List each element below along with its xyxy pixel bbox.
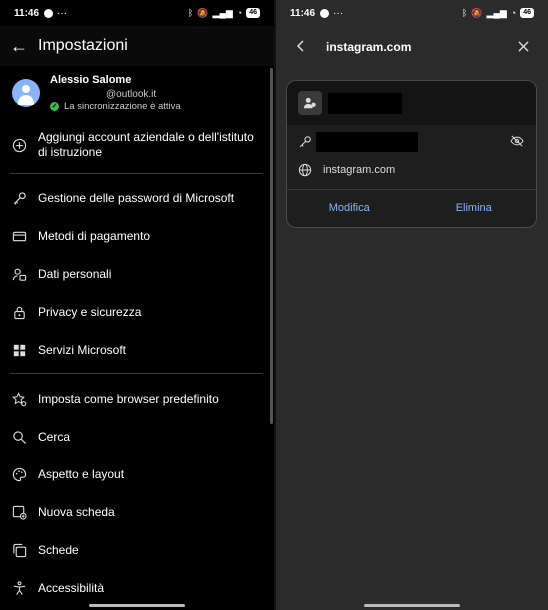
website-url: instagram.com <box>323 164 396 176</box>
detail-header: instagram.com <box>276 26 548 68</box>
status-time: 11:46 <box>14 7 40 19</box>
menu-item-privacy-security[interactable]: Privacy e sicurezza <box>0 302 264 322</box>
back-arrow-icon[interactable]: ← <box>0 36 38 57</box>
palette-icon <box>0 467 38 482</box>
globe-icon <box>287 163 323 177</box>
divider <box>10 373 263 374</box>
menu-item-label: Metodi di pagamento <box>38 228 151 243</box>
credit-card-icon <box>0 229 38 244</box>
gesture-bar[interactable] <box>364 604 460 607</box>
username-row <box>287 81 536 125</box>
status-bar: 11:46 ··· ᛒ 🔕 ▂▄▆ ◔ 46 <box>0 0 274 26</box>
person-details-icon <box>0 267 38 282</box>
signal-icon: ▂▄▆ <box>486 7 507 18</box>
lock-icon <box>0 305 38 320</box>
password-row <box>287 127 536 157</box>
menu-item-label: Accessibilità <box>38 580 105 595</box>
key-icon <box>0 191 38 206</box>
new-tab-icon <box>0 505 38 520</box>
gesture-bar[interactable] <box>89 604 185 607</box>
page-title: instagram.com <box>326 40 412 54</box>
menu-item-appearance[interactable]: Aspetto e layout <box>0 464 264 484</box>
edit-button[interactable]: Modifica <box>287 189 412 227</box>
add-circle-icon <box>0 138 38 153</box>
credential-card: instagram.com Modifica Elimina <box>286 80 537 228</box>
menu-item-label: Imposta come browser predefinito <box>38 391 219 406</box>
menu-item-default-browser[interactable]: Imposta come browser predefinito <box>0 389 264 409</box>
grid-icon <box>0 344 38 357</box>
menu-item-label: Servizi Microsoft <box>38 342 127 357</box>
delete-button[interactable]: Elimina <box>412 189 537 227</box>
battery-icon: 46 <box>520 8 534 18</box>
show-password-icon[interactable] <box>510 135 524 150</box>
menu-item-personal-info[interactable]: Dati personali <box>0 264 264 284</box>
divider <box>10 173 263 174</box>
battery-icon: 46 <box>246 8 260 18</box>
menu-item-add-work-account[interactable]: Aggiungi account aziendale o dell'istitu… <box>0 129 264 161</box>
mute-icon: 🔕 <box>471 7 483 18</box>
password-detail-panel: 11:46 ··· ᛒ 🔕 ▂▄▆ ◔ 46 instagram.com ins… <box>276 0 548 610</box>
menu-item-password-manager[interactable]: Gestione delle password di Microsoft <box>0 188 264 208</box>
card-actions: Modifica Elimina <box>287 189 536 227</box>
wifi-icon: ◔ <box>236 8 243 18</box>
menu-item-label: Aggiungi account aziendale o dell'istitu… <box>38 130 254 159</box>
bluetooth-icon: ᛒ <box>187 8 194 18</box>
avatar <box>12 79 40 107</box>
wifi-icon: ◔ <box>510 8 517 18</box>
mute-icon: 🔕 <box>197 7 209 18</box>
settings-panel: 11:46 ··· ᛒ 🔕 ▂▄▆ ◔ 46 ← Impostazioni Al… <box>0 0 274 610</box>
menu-item-label: Dati personali <box>38 266 112 281</box>
profile-name: Alessio Salome <box>50 74 132 86</box>
bluetooth-icon: ᛒ <box>461 8 468 18</box>
profile-email: @outlook.it <box>106 89 157 100</box>
telegram-icon <box>320 8 330 18</box>
check-icon: ✓ <box>50 102 59 111</box>
menu-item-label: Cerca <box>38 429 71 444</box>
star-settings-icon <box>0 391 38 407</box>
more-notifications-icon: ··· <box>57 7 68 19</box>
menu-item-label: Nuova scheda <box>38 504 115 519</box>
more-notifications-icon: ··· <box>333 7 344 19</box>
sync-status: ✓ La sincronizzazione è attiva <box>50 101 181 112</box>
menu-item-label: Gestione delle password di Microsoft <box>38 190 235 205</box>
signal-icon: ▂▄▆ <box>212 7 233 18</box>
status-bar: 11:46 ··· ᛒ 🔕 ▂▄▆ ◔ 46 <box>276 0 548 26</box>
menu-item-label: Privacy e sicurezza <box>38 304 142 319</box>
menu-item-payment-methods[interactable]: Metodi di pagamento <box>0 226 264 246</box>
menu-item-label: Aspetto e layout <box>38 466 125 481</box>
menu-item-tabs[interactable]: Schede <box>0 540 264 560</box>
menu-item-accessibility[interactable]: Accessibilità <box>0 578 264 598</box>
close-icon[interactable] <box>498 39 548 55</box>
menu-item-label: Schede <box>38 542 79 557</box>
back-chevron-icon[interactable] <box>276 39 326 55</box>
sync-status-label: La sincronizzazione è attiva <box>64 101 181 112</box>
site-favicon-icon <box>298 91 322 115</box>
search-icon <box>0 430 38 445</box>
menu-item-microsoft-services[interactable]: Servizi Microsoft <box>0 340 264 360</box>
password-redacted <box>316 132 418 152</box>
accessibility-icon <box>0 580 38 596</box>
status-time: 11:46 <box>290 7 316 19</box>
telegram-icon <box>44 8 54 18</box>
settings-header: ← Impostazioni <box>0 26 274 66</box>
tabs-icon <box>0 543 38 558</box>
menu-item-search[interactable]: Cerca <box>0 427 264 447</box>
account-profile[interactable]: Alessio Salome @outlook.it ✓ La sincroni… <box>12 72 274 116</box>
username-redacted <box>328 92 402 114</box>
scrollbar[interactable] <box>270 68 273 424</box>
website-row: instagram.com <box>287 157 536 183</box>
page-title: Impostazioni <box>38 37 128 54</box>
menu-item-new-tab[interactable]: Nuova scheda <box>0 502 264 522</box>
